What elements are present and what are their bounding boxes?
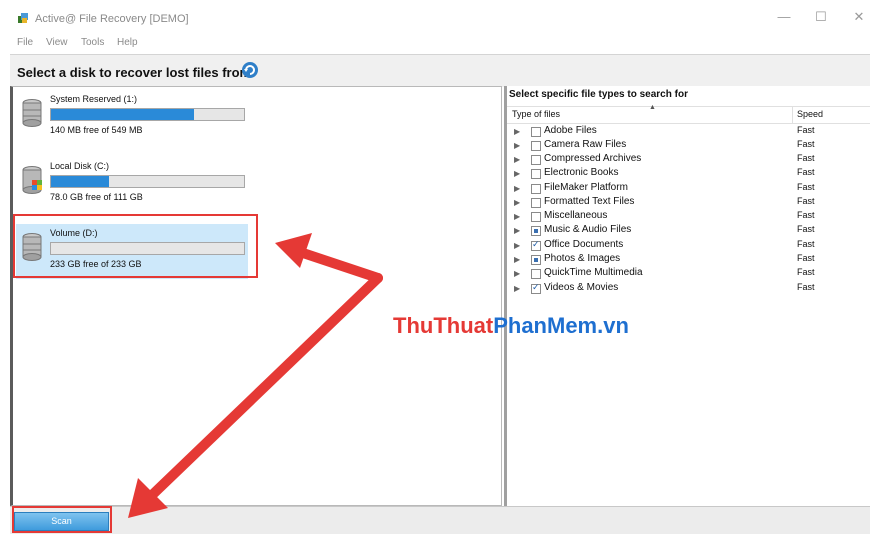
disk-item-local-c[interactable]: Local Disk (C:) 78.0 GB free of 111 GB: [16, 157, 248, 212]
disk-usage-bar: [50, 108, 245, 121]
menu-view[interactable]: View: [46, 37, 68, 48]
expand-arrow-icon[interactable]: ▶: [514, 169, 520, 178]
disk-item-system-reserved[interactable]: System Reserved (1:) 140 MB free of 549 …: [16, 90, 248, 145]
file-type-label: Office Documents: [544, 239, 624, 250]
file-type-row[interactable]: ▶ Photos & Images Fast: [507, 253, 870, 267]
sort-ascending-icon: ▲: [649, 104, 656, 111]
selected-disk-highlight: [13, 214, 258, 278]
file-type-row[interactable]: ▶ QuickTime Multimedia Fast: [507, 267, 870, 281]
file-type-speed: Fast: [797, 210, 815, 220]
checkbox[interactable]: [531, 127, 541, 137]
file-type-label: QuickTime Multimedia: [544, 267, 643, 278]
bottom-toolbar: Scan: [10, 506, 870, 534]
disk-select-header: Select a disk to recover lost files from: [10, 54, 870, 87]
file-types-panel: Select specific file types to search for…: [504, 86, 870, 506]
file-type-speed: Fast: [797, 267, 815, 277]
menu-tools[interactable]: Tools: [81, 37, 104, 48]
checkbox[interactable]: [531, 239, 541, 251]
hard-drive-icon: [22, 99, 42, 127]
watermark: ThuThuatPhanMem.vn: [393, 313, 629, 339]
file-type-label: Camera Raw Files: [544, 139, 627, 150]
expand-arrow-icon[interactable]: ▶: [514, 155, 520, 164]
column-type-of-files[interactable]: Type of files: [512, 109, 560, 119]
file-type-label: Adobe Files: [544, 125, 597, 136]
disk-name: System Reserved (1:): [50, 94, 138, 104]
app-icon: [18, 13, 28, 23]
file-type-row[interactable]: ▶ Formatted Text Files Fast: [507, 196, 870, 210]
expand-arrow-icon[interactable]: ▶: [514, 255, 520, 264]
expand-arrow-icon[interactable]: ▶: [514, 184, 520, 193]
file-type-row[interactable]: ▶ FileMaker Platform Fast: [507, 182, 870, 196]
checkbox[interactable]: [531, 184, 541, 194]
checkbox[interactable]: [531, 169, 541, 179]
watermark-part-2: PhanMem.vn: [493, 313, 629, 338]
file-type-row[interactable]: ▶ Miscellaneous Fast: [507, 210, 870, 224]
disk-free-space: 78.0 GB free of 111 GB: [50, 192, 143, 202]
checkbox[interactable]: [531, 255, 541, 265]
title-bar: Active@ File Recovery [DEMO] — ☐ ✕: [0, 0, 870, 34]
scan-button-highlight: [12, 506, 112, 533]
file-type-speed: Fast: [797, 125, 815, 135]
file-type-row[interactable]: ▶ Compressed Archives Fast: [507, 153, 870, 167]
maximize-button[interactable]: ☐: [804, 6, 838, 28]
checkbox[interactable]: [531, 212, 541, 222]
column-divider[interactable]: [792, 107, 793, 123]
expand-arrow-icon[interactable]: ▶: [514, 284, 520, 293]
checkbox[interactable]: [531, 282, 541, 294]
menu-file[interactable]: File: [17, 37, 33, 48]
file-type-speed: Fast: [797, 253, 815, 263]
file-type-label: Miscellaneous: [544, 210, 608, 221]
minimize-button[interactable]: —: [767, 6, 801, 28]
file-type-speed: Fast: [797, 196, 815, 206]
file-type-row[interactable]: ▶ Electronic Books Fast: [507, 167, 870, 181]
file-type-row[interactable]: ▶ Adobe Files Fast: [507, 125, 870, 139]
file-type-row[interactable]: ▶ Music & Audio Files Fast: [507, 224, 870, 238]
file-type-speed: Fast: [797, 282, 815, 292]
file-types-header: Type of files ▲ Speed: [507, 104, 870, 124]
file-type-speed: Fast: [797, 182, 815, 192]
file-type-speed: Fast: [797, 239, 815, 249]
disk-free-space: 140 MB free of 549 MB: [50, 125, 143, 135]
column-speed[interactable]: Speed: [797, 109, 823, 119]
file-type-row[interactable]: ▶ Camera Raw Files Fast: [507, 139, 870, 153]
file-type-speed: Fast: [797, 224, 815, 234]
refresh-icon[interactable]: [240, 60, 260, 80]
file-type-row[interactable]: ▶ Office Documents Fast: [507, 239, 870, 253]
checkbox[interactable]: [531, 155, 541, 165]
checkbox[interactable]: [531, 226, 541, 236]
expand-arrow-icon[interactable]: ▶: [514, 127, 520, 136]
file-type-speed: Fast: [797, 167, 815, 177]
file-type-label: Formatted Text Files: [544, 196, 635, 207]
file-type-label: Compressed Archives: [544, 153, 642, 164]
expand-arrow-icon[interactable]: ▶: [514, 198, 520, 207]
expand-arrow-icon[interactable]: ▶: [514, 269, 520, 278]
file-type-row[interactable]: ▶ Videos & Movies Fast: [507, 282, 870, 296]
watermark-part-1: ThuThuat: [393, 313, 494, 338]
page-title: Select a disk to recover lost files from: [17, 65, 252, 80]
disk-usage-bar: [50, 175, 245, 188]
file-type-label: Videos & Movies: [544, 282, 619, 293]
close-button[interactable]: ✕: [842, 6, 870, 28]
windows-drive-icon: [22, 166, 42, 194]
expand-arrow-icon[interactable]: ▶: [514, 212, 520, 221]
disk-name: Local Disk (C:): [50, 161, 110, 171]
file-type-label: Music & Audio Files: [544, 224, 632, 235]
file-types-title: Select specific file types to search for: [509, 89, 688, 100]
menu-help[interactable]: Help: [117, 37, 138, 48]
expand-arrow-icon[interactable]: ▶: [514, 226, 520, 235]
checkbox[interactable]: [531, 198, 541, 208]
file-type-speed: Fast: [797, 153, 815, 163]
file-type-label: Electronic Books: [544, 167, 619, 178]
checkbox[interactable]: [531, 141, 541, 151]
expand-arrow-icon[interactable]: ▶: [514, 141, 520, 150]
file-type-label: FileMaker Platform: [544, 182, 628, 193]
file-type-speed: Fast: [797, 139, 815, 149]
disk-list: System Reserved (1:) 140 MB free of 549 …: [10, 86, 502, 506]
menu-bar: File View Tools Help: [0, 34, 870, 54]
file-type-label: Photos & Images: [544, 253, 621, 264]
window-title: Active@ File Recovery [DEMO]: [35, 13, 189, 25]
checkbox[interactable]: [531, 269, 541, 279]
expand-arrow-icon[interactable]: ▶: [514, 241, 520, 250]
